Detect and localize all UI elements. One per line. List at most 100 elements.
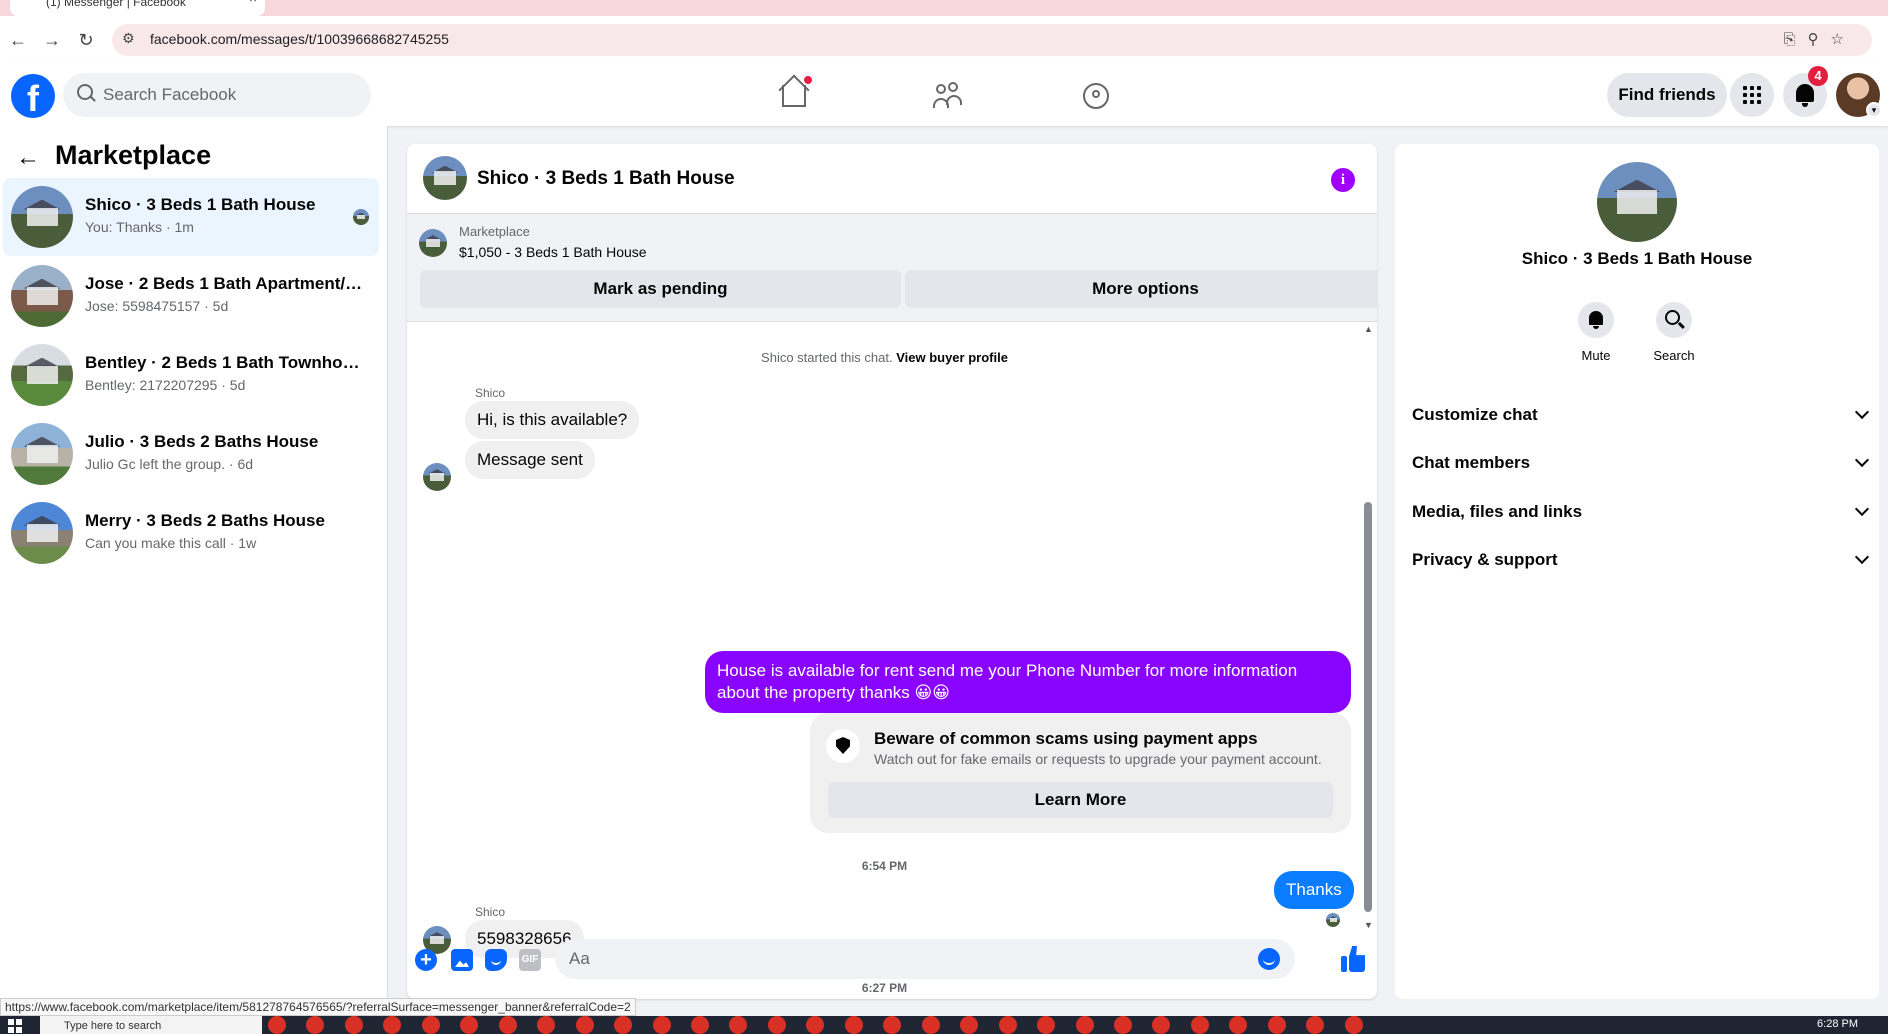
gif-icon[interactable]: GIF (519, 949, 541, 971)
status-url-tooltip: https://www.facebook.com/marketplace/ite… (0, 998, 636, 1016)
taskbar-app-icon[interactable] (1037, 1016, 1056, 1034)
scrollbar[interactable]: ▲ ▼ (1362, 322, 1374, 934)
search-input[interactable] (103, 73, 353, 117)
taskbar-app-icon[interactable] (268, 1016, 286, 1034)
toolbar-icons[interactable]: ⎘⚲☆ (1784, 30, 1856, 48)
privacy-support-section[interactable]: Privacy & support (1412, 540, 1870, 580)
taskbar-app-icon[interactable] (998, 1016, 1017, 1034)
more-options-button[interactable]: More options (905, 270, 1377, 308)
taskbar-app-icon[interactable] (460, 1016, 479, 1034)
chevron-down-icon[interactable]: ▾ (1866, 102, 1882, 118)
taskbar-app-icon[interactable] (1190, 1016, 1209, 1034)
browser-tab[interactable]: (1) Messenger | Facebook × (10, 0, 265, 16)
photo-icon[interactable] (451, 949, 473, 971)
taskbar-app-icon[interactable] (575, 1016, 594, 1034)
listing-price[interactable]: $1,050 - 3 Beds 1 Bath House (459, 244, 647, 260)
plus-icon[interactable]: + (415, 949, 437, 971)
sticker-icon[interactable] (485, 949, 507, 971)
chat-profile-avatar[interactable] (1597, 162, 1677, 242)
taskbar-search[interactable]: Type here to search (40, 1016, 262, 1034)
conversation-item[interactable]: Shico · 3 Beds 1 Bath House You: Thanks … (3, 178, 379, 256)
emoji-icon[interactable] (1258, 948, 1280, 970)
listing-thumbnail (11, 186, 73, 248)
chat-avatar[interactable] (423, 156, 467, 200)
taskbar-app-icon[interactable] (1113, 1016, 1132, 1034)
thumbs-up-icon[interactable] (1341, 946, 1365, 972)
chat-members-section[interactable]: Chat members (1412, 443, 1870, 483)
taskbar-app-icon[interactable] (1075, 1016, 1094, 1034)
start-icon[interactable] (8, 1019, 22, 1033)
taskbar-app-icon[interactable] (537, 1016, 556, 1034)
taskbar-app-icon[interactable] (306, 1016, 325, 1034)
taskbar-app-icon[interactable] (1152, 1016, 1171, 1034)
conversation-item[interactable]: Merry · 3 Beds 2 Baths House Can you mak… (3, 494, 379, 572)
conversation-item[interactable]: Bentley · 2 Beds 1 Bath Townhouse Bentle… (3, 336, 379, 414)
taskbar-app-icon[interactable] (1344, 1016, 1363, 1034)
groups-tab[interactable] (1067, 72, 1127, 118)
conversation-item[interactable]: Julio · 3 Beds 2 Baths House Julio Gc le… (3, 415, 379, 493)
taskbar-app-icon[interactable] (498, 1016, 517, 1034)
search-box[interactable] (63, 73, 371, 117)
conversation-snippet: Bentley: 2172207295 · 5d (85, 377, 246, 393)
scroll-down-icon[interactable]: ▼ (1364, 920, 1373, 930)
scroll-thumb[interactable] (1364, 502, 1372, 912)
taskbar-apps (268, 1016, 1488, 1034)
facebook-logo[interactable]: f (11, 74, 55, 118)
sender-avatar (423, 463, 451, 491)
info-icon[interactable]: i (1331, 168, 1355, 192)
conversation-name: Jose · 2 Beds 1 Bath Apartment/co... (85, 274, 365, 293)
taskbar-app-icon[interactable] (614, 1016, 633, 1034)
taskbar-app-icon[interactable] (844, 1016, 863, 1034)
taskbar-app-icon[interactable] (1229, 1016, 1248, 1034)
message-input[interactable] (569, 939, 1219, 979)
menu-button[interactable] (1730, 73, 1774, 117)
site-info-icon[interactable]: ⚙ (122, 30, 135, 47)
taskbar-app-icon[interactable] (806, 1016, 825, 1034)
taskbar-app-icon[interactable] (690, 1016, 709, 1034)
taskbar-clock[interactable]: 6:28 PM (1817, 1018, 1858, 1030)
taskbar-app-icon[interactable] (1306, 1016, 1325, 1034)
message-input-box[interactable] (555, 939, 1295, 979)
taskbar-app-icon[interactable] (883, 1016, 902, 1034)
media-files-section[interactable]: Media, files and links (1412, 492, 1870, 532)
taskbar-app-icon[interactable] (960, 1016, 979, 1034)
back-icon[interactable]: ← (4, 26, 32, 54)
scam-warning-title: Beware of common scams using payment app… (874, 729, 1258, 748)
bell-icon (1589, 311, 1603, 329)
learn-more-button[interactable]: Learn More (828, 782, 1333, 818)
find-friends-button[interactable]: Find friends (1607, 73, 1727, 117)
incoming-message: Message sent (465, 441, 595, 479)
taskbar-app-icon[interactable] (344, 1016, 363, 1034)
taskbar-app-icon[interactable] (921, 1016, 940, 1034)
search-icon (1665, 310, 1680, 325)
taskbar-app-icon[interactable] (767, 1016, 786, 1034)
chevron-down-icon (1854, 404, 1870, 420)
scroll-up-icon[interactable]: ▲ (1364, 324, 1373, 334)
forward-icon[interactable]: → (38, 26, 66, 54)
taskbar-app-icon[interactable] (729, 1016, 748, 1034)
address-bar[interactable]: ⚙ facebook.com/messages/t/10039668682745… (112, 24, 1872, 56)
friends-tab[interactable] (915, 72, 975, 118)
conversation-snippet: Julio Gc left the group. · 6d (85, 456, 254, 472)
chat-title[interactable]: Shico · 3 Beds 1 Bath House (477, 168, 735, 190)
marketplace-conversations: ← Marketplace Shico · 3 Beds 1 Bath Hous… (0, 126, 388, 1034)
listing-thumbnail[interactable] (419, 229, 447, 257)
chevron-down-icon (1854, 549, 1870, 565)
mark-as-pending-button[interactable]: Mark as pending (420, 270, 901, 308)
taskbar-app-icon[interactable] (383, 1016, 402, 1034)
view-buyer-profile-link[interactable]: View buyer profile (896, 350, 1008, 365)
back-arrow-icon[interactable]: ← (16, 144, 40, 172)
conversation-item[interactable]: Jose · 2 Beds 1 Bath Apartment/co... Jos… (3, 257, 379, 335)
section-label: Customize chat (1412, 405, 1538, 424)
listing-thumbnail (11, 423, 73, 485)
mute-button[interactable]: Mute (1561, 302, 1631, 363)
taskbar-app-icon[interactable] (652, 1016, 671, 1034)
groups-icon (1083, 83, 1109, 109)
search-chat-button[interactable]: Search (1639, 302, 1709, 363)
taskbar-app-icon[interactable] (421, 1016, 440, 1034)
home-tab[interactable] (764, 72, 824, 118)
customize-chat-section[interactable]: Customize chat (1412, 395, 1870, 435)
taskbar-app-icon[interactable] (1267, 1016, 1286, 1034)
reload-icon[interactable]: ↻ (72, 26, 100, 54)
timestamp-separator: 6:54 PM (861, 859, 908, 873)
